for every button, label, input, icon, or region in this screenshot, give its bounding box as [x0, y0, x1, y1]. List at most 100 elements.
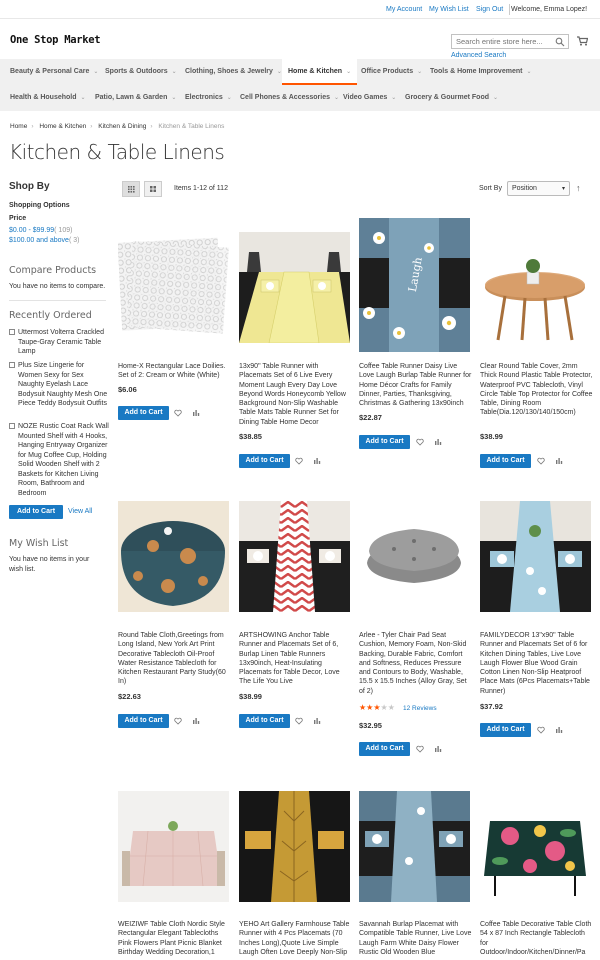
product-price: $6.06 — [118, 385, 137, 394]
product-image[interactable] — [118, 501, 229, 612]
breadcrumb-home[interactable]: Home — [10, 123, 27, 130]
chevron-down-icon: ⌄ — [93, 69, 99, 75]
recent-item-checkbox[interactable] — [9, 362, 15, 368]
product-image[interactable]: Laugh — [359, 218, 470, 352]
product-image[interactable] — [239, 232, 350, 343]
product-image[interactable] — [359, 791, 470, 902]
compare-icon[interactable] — [434, 745, 442, 753]
product-image[interactable] — [118, 232, 229, 343]
heart-icon[interactable] — [416, 438, 424, 446]
product-image[interactable] — [239, 791, 350, 902]
compare-icon[interactable] — [555, 726, 563, 734]
heart-icon[interactable] — [537, 726, 545, 734]
product-name[interactable]: Arlee - Tyler Chair Pad Seat Cushion, Me… — [359, 631, 472, 696]
list-view-button[interactable] — [144, 181, 162, 197]
add-to-cart-button[interactable]: Add to Cart — [239, 714, 290, 728]
heart-icon[interactable] — [174, 717, 182, 725]
product-name[interactable]: YEHO Art Gallery Farmhouse Table Runner … — [239, 920, 352, 957]
heart-icon[interactable] — [295, 457, 303, 465]
search-icon[interactable] — [555, 37, 565, 47]
nav-clothing[interactable]: Clothing, Shoes & Jewelry ⌄ — [185, 59, 282, 85]
product-image[interactable] — [480, 232, 591, 343]
star-icon: ★ — [387, 703, 395, 712]
floral-tablecloth-image — [484, 821, 586, 896]
product-name[interactable]: WEIZIWF Table Cloth Nordic Style Rectang… — [118, 920, 231, 957]
price-range-1[interactable]: $0.00 - $99.99( 109) — [9, 226, 109, 236]
compare-icon[interactable] — [192, 717, 200, 725]
compare-icon[interactable] — [313, 457, 321, 465]
recent-item[interactable]: NOZE Rustic Coat Rack Wall Mounted Shelf… — [9, 422, 109, 498]
price-range-2[interactable]: $100.00 and above( 3) — [9, 236, 109, 246]
heart-icon[interactable] — [416, 745, 424, 753]
recent-item[interactable]: Plus Size Lingerie for Women Sexy for Se… — [9, 361, 109, 409]
add-to-cart-button[interactable]: Add to Cart — [480, 454, 531, 468]
heart-icon[interactable] — [537, 457, 545, 465]
nav-cell-phones[interactable]: Cell Phones & Accessories ⌄ — [240, 85, 339, 111]
store-logo[interactable]: One Stop Market — [10, 34, 101, 46]
recent-item-checkbox[interactable] — [9, 423, 15, 429]
product-image[interactable] — [239, 501, 350, 612]
product-name[interactable]: Coffee Table Decorative Table Cloth 54 x… — [480, 920, 593, 957]
product-name[interactable]: 13x90" Table Runner with Placemats Set o… — [239, 362, 352, 427]
compare-icon[interactable] — [555, 457, 563, 465]
sort-direction-arrow[interactable]: ↑ — [576, 183, 581, 193]
sign-out-link[interactable]: Sign Out — [476, 6, 503, 13]
nav-office[interactable]: Office Products ⌄ — [361, 59, 422, 85]
list-icon — [150, 186, 156, 192]
product-name[interactable]: Coffee Table Runner Daisy Live Love Laug… — [359, 362, 472, 408]
sort-select[interactable]: Position ▾ — [507, 181, 570, 196]
product-name[interactable]: Home-X Rectangular Lace Doilies. Set of … — [118, 362, 231, 381]
chevron-runner-image — [239, 501, 350, 612]
breadcrumb-home-kitchen[interactable]: Home & Kitchen — [39, 123, 86, 130]
product-image[interactable] — [480, 791, 591, 902]
heart-icon[interactable] — [295, 717, 303, 725]
nav-video-games[interactable]: Video Games ⌄ — [343, 85, 396, 111]
view-all-link[interactable]: View All — [68, 508, 92, 515]
chevron-down-icon: ⌄ — [80, 95, 86, 101]
wishlist-empty-text: You have no items in your wish list. — [9, 556, 90, 573]
sort-by-label: Sort By — [479, 185, 502, 192]
nav-health[interactable]: Health & Household ⌄ — [10, 85, 86, 111]
product-name[interactable]: ARTSHOWING Anchor Table Runner and Place… — [239, 631, 352, 687]
my-account-link[interactable]: My Account — [386, 6, 422, 13]
nav-home-kitchen[interactable]: Home & Kitchen ⌄ — [282, 59, 358, 85]
product-name[interactable]: Clear Round Table Cover, 2mm Thick Round… — [480, 362, 593, 418]
add-to-cart-button[interactable]: Add to Cart — [359, 435, 410, 449]
nav-patio[interactable]: Patio, Lawn & Garden ⌄ — [95, 85, 176, 111]
add-to-cart-button[interactable]: Add to Cart — [480, 723, 531, 737]
add-to-cart-button[interactable]: Add to Cart — [118, 714, 169, 728]
product-name[interactable]: Round Table Cloth,Greetings from Long Is… — [118, 631, 231, 687]
reviews-link[interactable]: 12 Reviews — [403, 705, 437, 712]
compare-icon[interactable] — [313, 717, 321, 725]
compare-icon[interactable] — [192, 409, 200, 417]
nav-electronics[interactable]: Electronics ⌄ — [185, 85, 232, 111]
my-wishlist-link[interactable]: My Wish List — [429, 6, 469, 13]
recent-item[interactable]: Uttermost Volterra Crackled Taupe-Gray C… — [9, 328, 109, 357]
heart-icon[interactable] — [174, 409, 182, 417]
nav-tools[interactable]: Tools & Home Improvement ⌄ — [430, 59, 531, 85]
wishlist-heading: My Wish List — [9, 538, 69, 549]
product-name[interactable]: FAMILYDECOR 13"x90" Table Runner and Pla… — [480, 631, 593, 696]
item-count: Items 1-12 of 112 — [174, 185, 228, 192]
recent-add-to-cart-button[interactable]: Add to Cart — [9, 505, 63, 519]
add-to-cart-button[interactable]: Add to Cart — [118, 406, 169, 420]
nav-beauty[interactable]: Beauty & Personal Care ⌄ — [10, 59, 98, 85]
breadcrumb-kitchen-dining[interactable]: Kitchen & Dining — [98, 123, 146, 130]
search-input[interactable] — [452, 35, 552, 48]
burlap-placemat-image — [359, 791, 470, 902]
advanced-search-link[interactable]: Advanced Search — [451, 52, 506, 59]
add-to-cart-button[interactable]: Add to Cart — [239, 454, 290, 468]
chevron-down-icon: ⌄ — [226, 95, 232, 101]
product-image[interactable] — [359, 501, 470, 612]
price-filter-heading: Price — [9, 215, 27, 222]
add-to-cart-button[interactable]: Add to Cart — [359, 742, 410, 756]
nav-sports[interactable]: Sports & Outdoors ⌄ — [105, 59, 177, 85]
product-image[interactable] — [480, 501, 591, 612]
cart-icon[interactable] — [577, 36, 588, 46]
nav-grocery[interactable]: Grocery & Gourmet Food ⌄ — [405, 85, 498, 111]
recent-item-checkbox[interactable] — [9, 329, 15, 335]
product-image[interactable] — [118, 791, 229, 902]
product-name[interactable]: Savannah Burlap Placemat with Compatible… — [359, 920, 472, 957]
compare-icon[interactable] — [434, 438, 442, 446]
grid-view-button[interactable] — [122, 181, 140, 197]
